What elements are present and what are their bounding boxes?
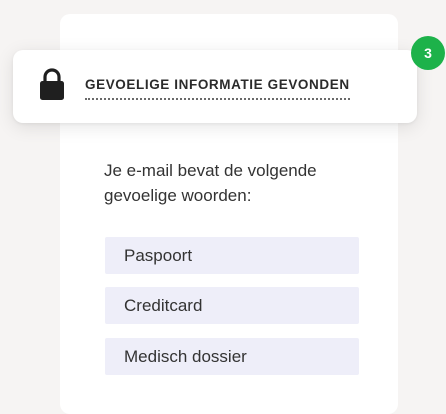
sensitive-info-alert: GEVOELIGE INFORMATIE GEVONDEN — [13, 50, 417, 123]
sensitive-count-badge: 3 — [411, 36, 445, 70]
keyword-chip-creditcard: Creditcard — [105, 287, 359, 324]
alert-title: GEVOELIGE INFORMATIE GEVONDEN — [85, 77, 350, 100]
keyword-chip-medisch-dossier: Medisch dossier — [105, 338, 359, 375]
keyword-chip-paspoort: Paspoort — [105, 237, 359, 274]
sensitive-words-message: Je e-mail bevat de volgende gevoelige wo… — [104, 161, 317, 205]
lock-icon — [40, 68, 64, 100]
